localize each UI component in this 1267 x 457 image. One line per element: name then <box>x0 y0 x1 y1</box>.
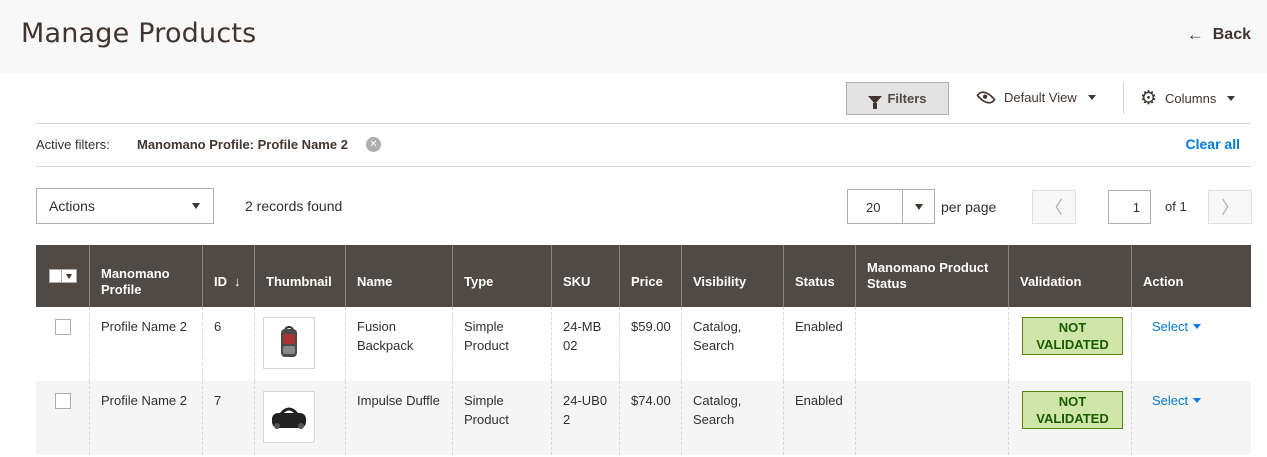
product-thumbnail[interactable] <box>263 391 315 443</box>
clear-all-link[interactable]: Clear all <box>1186 136 1240 152</box>
gear-icon: ⚙ <box>1140 88 1158 109</box>
eye-icon <box>976 87 996 108</box>
column-id-label: ID <box>214 274 227 289</box>
columns-label: Columns <box>1165 91 1217 106</box>
column-name[interactable]: Name <box>346 245 453 307</box>
default-view-dropdown[interactable]: Default View <box>976 87 1096 108</box>
per-page-label: per page <box>941 199 997 215</box>
products-grid: Manomano Profile ID ↓ Thumbnail Name Typ… <box>36 245 1251 455</box>
visibility-cell: Catalog, Search <box>682 307 784 381</box>
funnel-icon <box>868 95 883 109</box>
chevron-down-icon <box>179 189 213 223</box>
next-page-button[interactable]: 〉 <box>1208 190 1252 224</box>
header-mass-select <box>36 245 90 307</box>
action-cell: Select <box>1132 307 1251 381</box>
previous-page-button[interactable]: 〈 <box>1032 190 1076 224</box>
column-sku[interactable]: SKU <box>552 245 620 307</box>
status-cell: Enabled <box>784 307 856 381</box>
column-action: Action <box>1143 274 1184 289</box>
profile-cell: Profile Name 2 <box>90 307 203 381</box>
id-cell: 6 <box>203 307 255 381</box>
page-number-input[interactable]: 1 <box>1108 190 1151 224</box>
row-select-cell <box>36 381 90 455</box>
thumbnail-cell <box>255 381 346 455</box>
column-type[interactable]: Type <box>453 245 552 307</box>
chevron-right-icon: 〉 <box>1221 198 1239 218</box>
name-cell: Fusion Backpack <box>346 307 453 381</box>
sku-cell: 24-UB02 <box>552 381 620 455</box>
arrow-left-icon: ← <box>1186 25 1204 44</box>
sku-cell: 24-MB02 <box>552 307 620 381</box>
price-cell: $59.00 <box>620 307 682 381</box>
mass-actions-select[interactable]: Actions <box>36 188 214 224</box>
thumbnail-cell <box>255 307 346 381</box>
row-select-cell <box>36 307 90 381</box>
backpack-icon <box>281 326 297 357</box>
columns-dropdown[interactable]: ⚙ Columns <box>1140 88 1236 109</box>
action-label: Select <box>1152 393 1189 408</box>
caret-down-icon <box>1227 96 1236 101</box>
id-cell: 7 <box>203 381 255 455</box>
row-checkbox[interactable] <box>54 319 71 335</box>
validation-cell: NOT VALIDATED <box>1009 381 1132 455</box>
grid-header: Manomano Profile ID ↓ Thumbnail Name Typ… <box>36 245 1251 307</box>
back-label: Back <box>1212 26 1251 43</box>
row-checkbox[interactable] <box>54 393 71 409</box>
page-header: Manage Products ← Back <box>0 0 1267 73</box>
back-button[interactable]: ← Back <box>1187 25 1251 45</box>
caret-down-icon <box>1193 398 1202 403</box>
view-label: Default View <box>1004 90 1077 105</box>
column-manomano-product-status[interactable]: Manomano Product Status <box>856 245 1009 307</box>
chevron-left-icon: 〈 <box>1045 198 1063 218</box>
validation-badge: NOT VALIDATED <box>1022 391 1123 429</box>
table-row: Profile Name 2 6 Fusion Backpack Simple … <box>36 307 1251 381</box>
validation-cell: NOT VALIDATED <box>1009 307 1132 381</box>
row-action-select[interactable]: Select <box>1152 391 1240 410</box>
type-cell: Simple Product <box>453 381 552 455</box>
caret-down-icon <box>1193 324 1202 329</box>
visibility-cell: Catalog, Search <box>682 381 784 455</box>
page-total: of 1 <box>1165 199 1187 214</box>
column-status[interactable]: Status <box>784 245 856 307</box>
column-id[interactable]: ID ↓ <box>203 245 255 307</box>
profile-cell: Profile Name 2 <box>90 381 203 455</box>
action-label: Select <box>1152 319 1189 334</box>
column-manomano-profile[interactable]: Manomano Profile <box>90 245 203 307</box>
duffle-bag-icon <box>272 407 306 429</box>
column-thumbnail[interactable]: Thumbnail <box>255 245 346 307</box>
type-cell: Simple Product <box>453 307 552 381</box>
toolbar-divider <box>1123 82 1124 114</box>
product-thumbnail[interactable] <box>263 317 315 369</box>
filters-label: Filters <box>887 91 927 106</box>
per-page-select[interactable]: 20 <box>847 189 935 224</box>
remove-filter-icon[interactable]: ✕ <box>366 137 381 152</box>
caret-down-icon <box>1087 95 1096 100</box>
status-cell: Enabled <box>784 381 856 455</box>
mass-select-checkbox[interactable] <box>48 269 77 283</box>
mm-status-cell <box>856 307 1009 381</box>
sort-arrow-icon: ↓ <box>234 274 241 289</box>
active-filters-label: Active filters: <box>36 137 110 152</box>
active-filter-value: Manomano Profile: Profile Name 2 <box>137 137 348 152</box>
row-action-select[interactable]: Select <box>1152 317 1240 336</box>
price-cell: $74.00 <box>620 381 682 455</box>
actions-label: Actions <box>49 198 95 214</box>
column-validation[interactable]: Validation <box>1009 245 1132 307</box>
mm-status-cell <box>856 381 1009 455</box>
action-cell: Select <box>1132 381 1251 455</box>
column-price[interactable]: Price <box>620 245 682 307</box>
name-cell: Impulse Duffle <box>346 381 453 455</box>
validation-badge: NOT VALIDATED <box>1022 317 1123 355</box>
grid-toolbar: Filters Default View ⚙ Columns <box>36 80 1251 124</box>
filters-button[interactable]: Filters <box>846 82 949 115</box>
page-title: Manage Products <box>21 18 257 49</box>
column-visibility[interactable]: Visibility <box>682 245 784 307</box>
active-filters-bar: Active filters: Manomano Profile: Profil… <box>36 124 1251 167</box>
per-page-value: 20 <box>866 200 881 215</box>
records-count: 2 records found <box>245 198 343 214</box>
table-row: Profile Name 2 7 Impulse Duffle Simple P… <box>36 381 1251 455</box>
chevron-down-icon <box>902 190 934 223</box>
